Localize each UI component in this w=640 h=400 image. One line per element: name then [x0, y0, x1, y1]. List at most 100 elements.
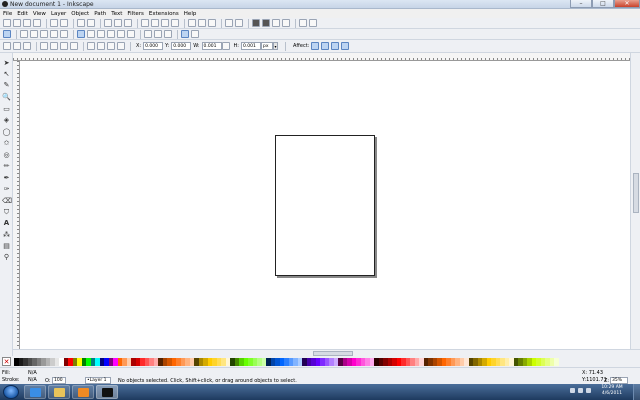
zoom-icon[interactable]: 🔍: [2, 93, 11, 102]
redo-icon[interactable]: [87, 19, 95, 27]
taskbar-explorer-icon[interactable]: [48, 385, 70, 399]
volume-icon[interactable]: [586, 388, 591, 393]
snap-nodes-icon[interactable]: [77, 30, 85, 38]
unlink-clone-icon[interactable]: [208, 19, 216, 27]
close-button[interactable]: ✕: [614, 0, 640, 8]
pencil-icon[interactable]: ✏: [2, 162, 11, 171]
menu-text[interactable]: Text: [111, 11, 122, 17]
text-font-icon[interactable]: [262, 19, 270, 27]
horizontal-ruler[interactable]: [13, 53, 630, 61]
affect-gradients-icon[interactable]: [331, 42, 340, 50]
lower-to-bottom-icon[interactable]: [117, 42, 125, 50]
select-all-icon[interactable]: [3, 42, 11, 50]
new-document-icon[interactable]: [3, 19, 11, 27]
menu-layer[interactable]: Layer: [51, 11, 66, 17]
stroke-value[interactable]: N/A: [28, 377, 37, 383]
gradient-icon[interactable]: ▤: [2, 242, 11, 251]
raise-icon[interactable]: [97, 42, 105, 50]
select-all-layers-icon[interactable]: [13, 42, 21, 50]
taskbar-ie-icon[interactable]: [24, 385, 46, 399]
taskbar-media-player-icon[interactable]: [72, 385, 94, 399]
color-swatch[interactable]: [554, 357, 559, 366]
cut-icon[interactable]: [114, 19, 122, 27]
taskbar-inkscape-icon[interactable]: [96, 385, 118, 399]
menu-extensions[interactable]: Extensions: [149, 11, 179, 17]
layer-select[interactable]: •Layer 1: [85, 377, 111, 384]
snap-bbox-center-icon[interactable]: [60, 30, 68, 38]
snap-object-midpoints-icon[interactable]: [144, 30, 152, 38]
tweak-icon[interactable]: ✎: [2, 81, 11, 90]
h-input[interactable]: 0.001: [241, 42, 261, 50]
network-icon[interactable]: [578, 388, 583, 393]
clock[interactable]: 10:29 AM 4/6/2011: [594, 385, 630, 397]
ungroup-icon[interactable]: [235, 19, 243, 27]
deselect-icon[interactable]: [23, 42, 31, 50]
snap-bbox-midpoint-icon[interactable]: [50, 30, 58, 38]
3dbox-icon[interactable]: ◈: [2, 116, 11, 125]
zoom-width-icon[interactable]: [171, 19, 179, 27]
snap-enable-icon[interactable]: [3, 30, 11, 38]
no-paint-swatch[interactable]: ✕: [2, 357, 11, 366]
document-page[interactable]: [275, 135, 375, 276]
snap-intersections-icon[interactable]: [97, 30, 105, 38]
document-properties-icon[interactable]: [309, 19, 317, 27]
snap-bbox-icon[interactable]: [20, 30, 28, 38]
menu-object[interactable]: Object: [71, 11, 89, 17]
snap-guide-icon[interactable]: [191, 30, 199, 38]
fill-value[interactable]: N/A: [28, 370, 37, 376]
open-icon[interactable]: [13, 19, 21, 27]
chevron-down-icon[interactable]: ▾: [273, 42, 278, 50]
align-distribute-icon[interactable]: [282, 19, 290, 27]
raise-to-top-icon[interactable]: [87, 42, 95, 50]
copy-icon[interactable]: [104, 19, 112, 27]
save-icon[interactable]: [23, 19, 31, 27]
unit-select[interactable]: px: [261, 42, 273, 50]
snap-bbox-edge-icon[interactable]: [30, 30, 38, 38]
snap-rotation-center-icon[interactable]: [154, 30, 162, 38]
bucket-icon[interactable]: ⛉: [2, 208, 11, 217]
eraser-icon[interactable]: ⌫: [2, 197, 12, 206]
pen-icon[interactable]: ✒: [2, 174, 11, 183]
menu-edit[interactable]: Edit: [17, 11, 28, 17]
menu-file[interactable]: File: [3, 11, 12, 17]
duplicate-icon[interactable]: [188, 19, 196, 27]
y-input[interactable]: 0.000: [171, 42, 192, 50]
affect-stroke-icon[interactable]: [311, 42, 320, 50]
show-desktop-button[interactable]: [633, 384, 640, 400]
lock-ratio-icon[interactable]: [221, 42, 230, 50]
vertical-ruler[interactable]: [13, 61, 20, 349]
import-icon[interactable]: [50, 19, 58, 27]
lower-icon[interactable]: [107, 42, 115, 50]
menu-view[interactable]: View: [33, 11, 46, 17]
group-icon[interactable]: [225, 19, 233, 27]
start-button[interactable]: [3, 385, 19, 399]
print-icon[interactable]: [33, 19, 41, 27]
affect-patterns-icon[interactable]: [341, 42, 350, 50]
zoom-input[interactable]: 35%: [610, 377, 628, 384]
opacity-input[interactable]: 100: [52, 377, 66, 384]
snap-grid-icon[interactable]: [181, 30, 189, 38]
snap-line-midpoints-icon[interactable]: [127, 30, 135, 38]
node-icon[interactable]: ↖: [2, 70, 11, 79]
tray-arrow-icon[interactable]: [570, 388, 575, 393]
flip-horizontal-icon[interactable]: [60, 42, 68, 50]
x-input[interactable]: 0.000: [143, 42, 164, 50]
minimize-button[interactable]: –: [570, 0, 592, 8]
xml-editor-icon[interactable]: [272, 19, 280, 27]
snap-smooth-nodes-icon[interactable]: [117, 30, 125, 38]
menu-path[interactable]: Path: [94, 11, 106, 17]
spray-icon[interactable]: ⁂: [2, 231, 11, 240]
fill-stroke-icon[interactable]: [252, 19, 260, 27]
selector-icon[interactable]: ➤: [2, 59, 11, 68]
maximize-button[interactable]: □: [592, 0, 614, 8]
flip-vertical-icon[interactable]: [70, 42, 78, 50]
horizontal-scrollbar[interactable]: [13, 349, 640, 356]
dropper-icon[interactable]: ⚲: [2, 253, 11, 262]
menu-filters[interactable]: Filters: [127, 11, 144, 17]
undo-icon[interactable]: [77, 19, 85, 27]
star-icon[interactable]: ✩: [2, 139, 11, 148]
text-icon[interactable]: A: [2, 219, 11, 228]
snap-cusp-nodes-icon[interactable]: [107, 30, 115, 38]
affect-corners-icon[interactable]: [321, 42, 330, 50]
snap-bbox-corner-icon[interactable]: [40, 30, 48, 38]
